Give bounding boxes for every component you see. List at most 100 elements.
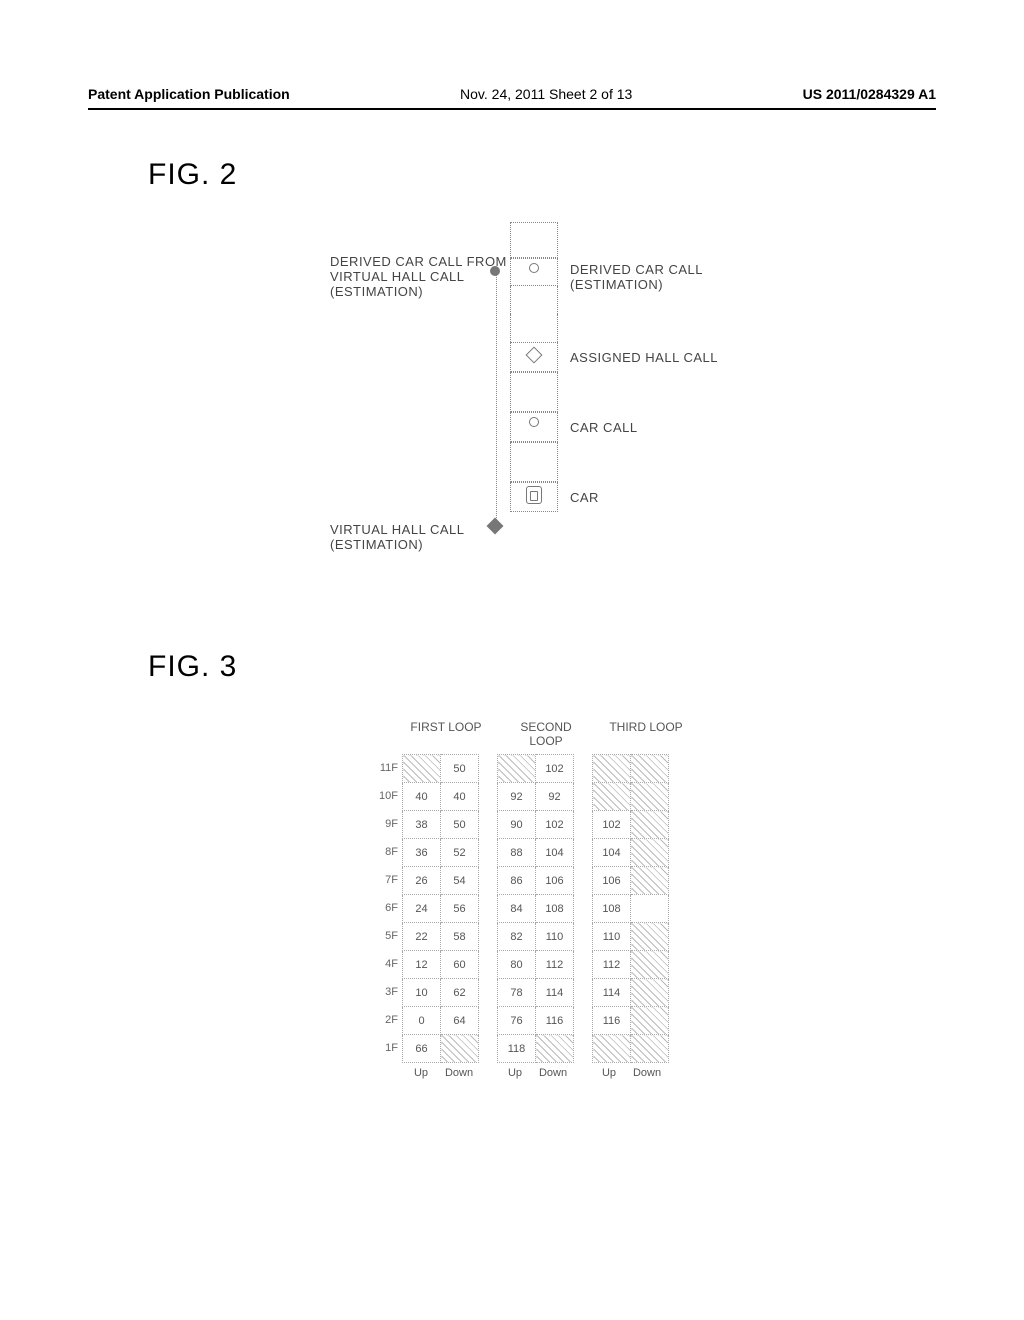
floor-label: 5F <box>370 922 398 950</box>
cell-down: 104 <box>536 839 574 867</box>
filled-diamond-icon <box>487 518 504 535</box>
cell-down <box>631 839 669 867</box>
header-left: Patent Application Publication <box>88 86 290 102</box>
third-loop-table: 102104106108110112114116 <box>592 754 669 1063</box>
cell-up: 106 <box>593 867 631 895</box>
cell-up: 0 <box>403 1007 441 1035</box>
cell-down: 102 <box>536 755 574 783</box>
floor-label: 1F <box>370 1034 398 1062</box>
cell-down <box>536 1035 574 1063</box>
cell-up: 102 <box>593 811 631 839</box>
down-label: Down <box>628 1067 666 1079</box>
shaft-cell-top <box>510 222 558 258</box>
shaft-cell-gap4 <box>510 442 558 482</box>
circle-icon <box>529 417 539 427</box>
tables-row: 11F10F9F8F7F6F5F4F3F2F1F 504040385036522… <box>370 754 740 1063</box>
cell-up <box>403 755 441 783</box>
fig3-label: FIG. 3 <box>148 650 237 684</box>
cell-up: 118 <box>498 1035 536 1063</box>
cell-up: 80 <box>498 951 536 979</box>
cell-up: 40 <box>403 783 441 811</box>
header-second-loop: SECOND LOOP <box>506 720 586 748</box>
floors-column: 11F10F9F8F7F6F5F4F3F2F1F <box>370 754 398 1062</box>
cell-down <box>631 895 669 923</box>
cell-down: 116 <box>536 1007 574 1035</box>
ann-car: CAR <box>570 490 599 505</box>
dotted-path <box>496 270 497 520</box>
cell-up: 104 <box>593 839 631 867</box>
cell-up: 24 <box>403 895 441 923</box>
cell-down <box>631 811 669 839</box>
shaft-cell-car-call <box>510 412 558 442</box>
cell-up <box>498 755 536 783</box>
cell-down <box>631 951 669 979</box>
shaft-cell-derived-car-call <box>510 258 558 286</box>
floor-label: 11F <box>370 754 398 782</box>
cell-up: 76 <box>498 1007 536 1035</box>
cell-down: 50 <box>441 811 479 839</box>
updown-row: Up Down Up Down Up Down <box>370 1067 740 1079</box>
cell-down: 56 <box>441 895 479 923</box>
header-rule <box>88 108 936 110</box>
cell-up: 110 <box>593 923 631 951</box>
virtual-hall-call-marker <box>489 514 501 538</box>
floor-label: 7F <box>370 866 398 894</box>
cell-down: 60 <box>441 951 479 979</box>
fig2-label: FIG. 2 <box>148 158 237 192</box>
second-loop-table: 1029292901028810486106841088211080112781… <box>497 754 574 1063</box>
floor-label: 9F <box>370 810 398 838</box>
cell-up: 112 <box>593 951 631 979</box>
cell-up: 78 <box>498 979 536 1007</box>
cell-down: 52 <box>441 839 479 867</box>
fig3-tables: FIRST LOOP SECOND LOOP THIRD LOOP 11F10F… <box>370 720 740 1079</box>
cell-down: 112 <box>536 951 574 979</box>
cell-down: 106 <box>536 867 574 895</box>
cell-down: 40 <box>441 783 479 811</box>
cell-up: 88 <box>498 839 536 867</box>
car-icon <box>526 486 542 504</box>
cell-down: 54 <box>441 867 479 895</box>
cell-down <box>631 1007 669 1035</box>
shaft-cell-gap3 <box>510 372 558 412</box>
cell-up: 22 <box>403 923 441 951</box>
cell-up <box>593 783 631 811</box>
ann-virtual-hall-call: VIRTUAL HALL CALL (ESTIMATION) <box>330 522 464 552</box>
cell-down: 92 <box>536 783 574 811</box>
cell-down <box>631 979 669 1007</box>
floor-label: 6F <box>370 894 398 922</box>
updown-2: Up Down <box>496 1067 572 1079</box>
ann-derived-car-call: DERIVED CAR CALL (ESTIMATION) <box>570 262 703 292</box>
updown-3: Up Down <box>590 1067 666 1079</box>
cell-up: 86 <box>498 867 536 895</box>
floor-label: 10F <box>370 782 398 810</box>
shaft-cell-gap1 <box>510 286 558 314</box>
up-label: Up <box>590 1067 628 1079</box>
circle-icon <box>529 263 539 273</box>
cell-down <box>441 1035 479 1063</box>
floor-label: 4F <box>370 950 398 978</box>
first-loop-table: 504040385036522654245622581260106206466 <box>402 754 479 1063</box>
ann-derived-from-virtual: DERIVED CAR CALL FROM VIRTUAL HALL CALL … <box>330 254 507 299</box>
cell-down: 114 <box>536 979 574 1007</box>
header-third-loop: THIRD LOOP <box>606 720 686 748</box>
up-label: Up <box>402 1067 440 1079</box>
cell-down: 62 <box>441 979 479 1007</box>
cell-down: 102 <box>536 811 574 839</box>
cell-down: 50 <box>441 755 479 783</box>
shaft-cell-car <box>510 482 558 512</box>
cell-down: 110 <box>536 923 574 951</box>
cell-up: 10 <box>403 979 441 1007</box>
updown-1: Up Down <box>402 1067 478 1079</box>
ann-assigned-hall-call: ASSIGNED HALL CALL <box>570 350 718 365</box>
cell-down: 108 <box>536 895 574 923</box>
floor-label: 2F <box>370 1006 398 1034</box>
shaft-cell-assigned-hall-call <box>510 342 558 372</box>
cell-up: 12 <box>403 951 441 979</box>
cell-up: 82 <box>498 923 536 951</box>
ann-car-call: CAR CALL <box>570 420 638 435</box>
diamond-icon <box>526 347 543 364</box>
cell-down <box>631 867 669 895</box>
cell-up: 108 <box>593 895 631 923</box>
cell-up: 38 <box>403 811 441 839</box>
cell-down <box>631 923 669 951</box>
